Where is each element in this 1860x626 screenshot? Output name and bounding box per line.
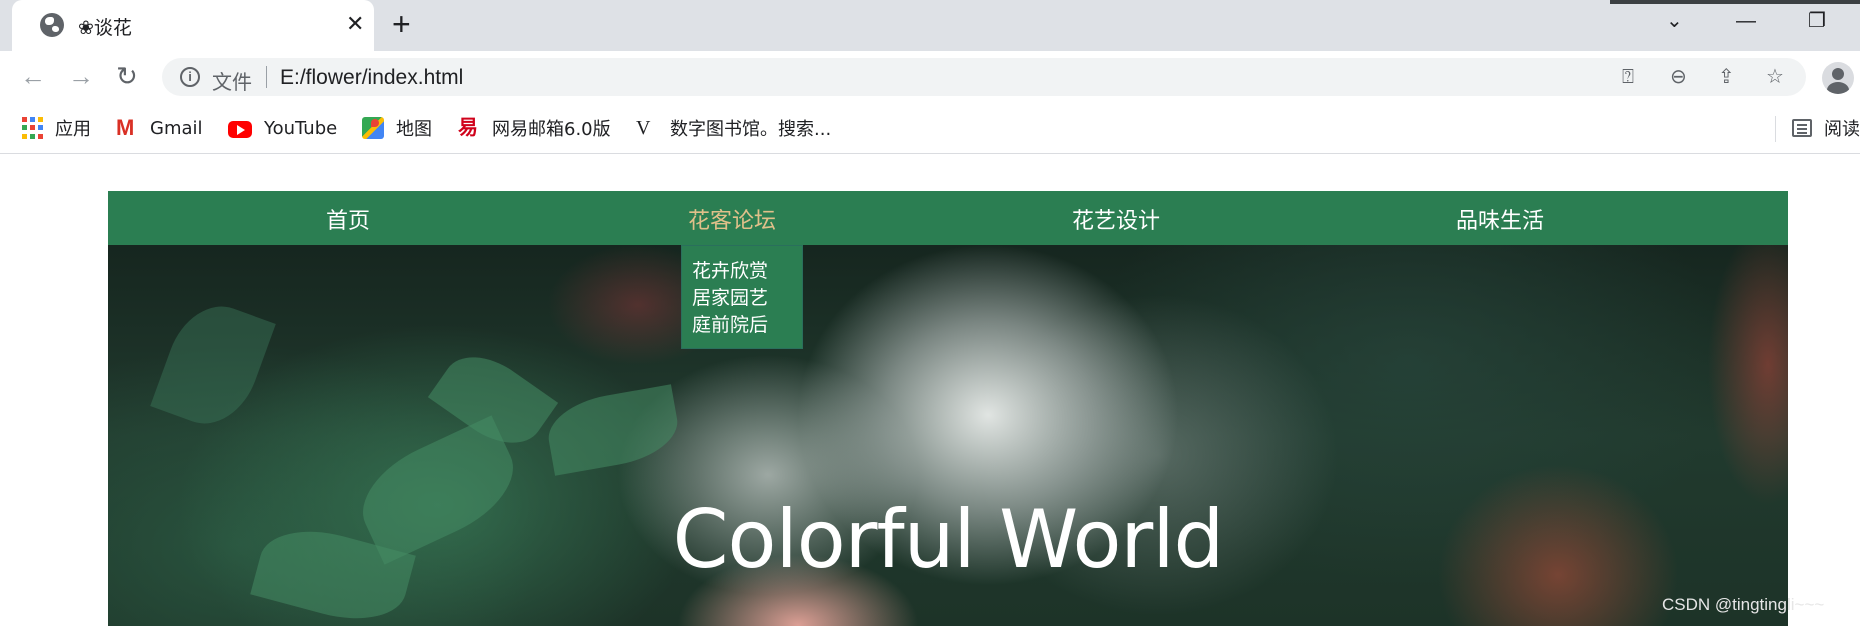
reading-list-label: 阅读: [1824, 119, 1860, 140]
close-tab-icon[interactable]: ✕: [346, 12, 364, 36]
apps-dot: [38, 125, 43, 131]
apps-dot: [22, 117, 27, 122]
minimize-icon[interactable]: —: [1736, 8, 1756, 34]
dropdown-item-flower-appreciation[interactable]: 花卉欣赏: [692, 256, 768, 283]
dropdown-item-backyard[interactable]: 庭前院后: [692, 310, 768, 337]
apps-grid-icon: [22, 117, 43, 139]
bookmark-label: YouTube: [264, 117, 338, 139]
csdn-watermark: CSDN @tingtingli~~~: [1662, 595, 1825, 614]
apps-dot: [22, 125, 27, 131]
bookmark-youtube[interactable]: YouTube: [228, 115, 337, 141]
library-icon: V: [636, 117, 651, 139]
leaf-shape: [150, 293, 276, 437]
info-icon[interactable]: i: [180, 67, 200, 87]
bookmark-label: 地图: [396, 119, 432, 140]
address-bar[interactable]: i 文件 E:/flower/index.html ⍰ ⊖ ⇪ ☆: [162, 58, 1806, 96]
globe-icon: [40, 13, 64, 37]
forum-dropdown-menu: 花卉欣赏 居家园艺 庭前院后: [681, 245, 803, 349]
reading-list-button[interactable]: 阅读: [1792, 115, 1860, 141]
nav-link-forum[interactable]: 花客论坛: [688, 203, 776, 235]
bookmark-label: 应用: [55, 119, 91, 140]
profile-avatar[interactable]: [1822, 62, 1854, 94]
address-separator: [266, 66, 267, 88]
zoom-icon[interactable]: ⊖: [1670, 66, 1687, 88]
restore-icon[interactable]: ❐: [1808, 8, 1826, 34]
mail163-icon: 易: [458, 117, 478, 139]
new-tab-button[interactable]: +: [392, 8, 411, 40]
bookmark-gmail[interactable]: M Gmail: [116, 115, 203, 141]
hero-title: Colorful World: [672, 493, 1225, 586]
tab-search-icon[interactable]: ⌄: [1666, 8, 1683, 34]
youtube-icon: [228, 120, 252, 138]
tab-strip-edge: [1610, 0, 1860, 4]
reload-button[interactable]: ↻: [116, 61, 138, 91]
nav-link-home[interactable]: 首页: [326, 203, 370, 235]
browser-tab[interactable]: ❀谈花 ✕: [12, 0, 374, 51]
site-nav-bar: 首页 花客论坛 花艺设计 品味生活: [108, 191, 1788, 245]
bookmark-netease-mail[interactable]: 易 网易邮箱6.0版: [458, 115, 611, 141]
nav-link-lifestyle[interactable]: 品味生活: [1456, 203, 1544, 235]
apps-dot: [38, 117, 43, 122]
forward-button[interactable]: →: [68, 61, 94, 91]
reading-list-icon: [1792, 119, 1812, 137]
apps-dot: [30, 117, 35, 122]
apps-dot: [30, 125, 35, 131]
back-button[interactable]: ←: [20, 61, 46, 91]
browser-toolbar: ← → ↻ i 文件 E:/flower/index.html ⍰ ⊖ ⇪ ☆: [0, 51, 1860, 104]
bookmark-apps[interactable]: 应用: [22, 115, 91, 141]
bookmark-library[interactable]: V 数字图书馆。搜索...: [636, 115, 831, 141]
nav-link-floral-design[interactable]: 花艺设计: [1072, 203, 1160, 235]
url-text[interactable]: E:/flower/index.html: [280, 66, 463, 90]
hero-banner: Colorful World: [108, 245, 1788, 626]
bookmark-label: Gmail: [150, 117, 203, 139]
share-icon[interactable]: ⇪: [1718, 66, 1735, 88]
leaf-shape: [542, 384, 684, 476]
bookmarks-bar: 应用 M Gmail YouTube 地图 易 网易邮箱6.0版 V 数字图书馆…: [0, 104, 1860, 154]
translate-icon[interactable]: ⍰: [1622, 66, 1634, 88]
bookmark-maps[interactable]: 地图: [362, 115, 432, 141]
bookmark-label: 数字图书馆。搜索...: [670, 119, 832, 140]
apps-dot: [22, 133, 27, 139]
file-label: 文件: [212, 70, 252, 94]
tab-strip: ❀谈花 ✕ + ⌄ — ❐: [0, 0, 1860, 51]
bookmarks-divider: [1775, 116, 1776, 142]
maps-icon: [362, 117, 384, 139]
apps-dot: [38, 133, 43, 139]
bookmark-label: 网易邮箱6.0版: [492, 119, 611, 140]
page-viewport: 首页 花客论坛 花艺设计 品味生活 Colorful World 花卉欣赏 居家…: [0, 155, 1860, 626]
apps-dot: [30, 133, 35, 139]
tab-title: ❀谈花: [78, 17, 132, 39]
gmail-icon: M: [116, 115, 135, 140]
dropdown-item-home-gardening[interactable]: 居家园艺: [692, 283, 768, 310]
bookmark-star-icon[interactable]: ☆: [1766, 66, 1784, 88]
